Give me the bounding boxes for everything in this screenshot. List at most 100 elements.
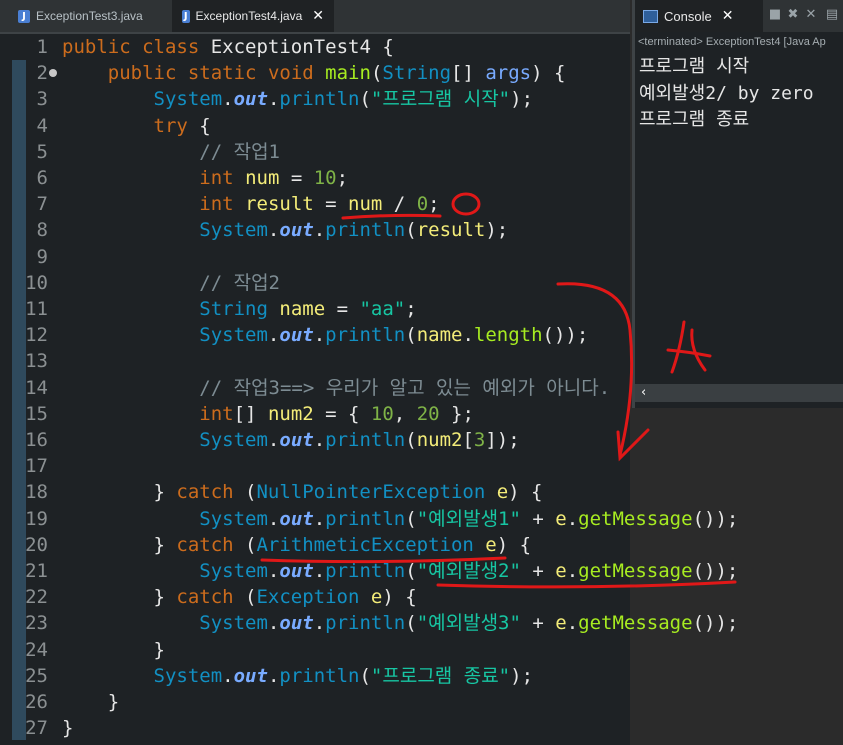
code-token: e bbox=[496, 481, 509, 504]
code-token: ( bbox=[359, 664, 371, 687]
code-line[interactable]: 4 try { bbox=[0, 113, 630, 139]
fold-icon[interactable] bbox=[49, 69, 57, 78]
clear-console-icon[interactable]: ▤ bbox=[825, 8, 839, 22]
code-line[interactable]: 3 System.out.println("프로그램 시작"); bbox=[0, 86, 630, 112]
console-view[interactable]: <terminated> ExceptionTest4 [Java Ap 프로그… bbox=[632, 32, 843, 408]
code-token: ( bbox=[405, 612, 417, 635]
code-line[interactable]: 22 } catch (Exception e) { bbox=[0, 584, 630, 610]
tab-label: ExceptionTest3.java bbox=[36, 9, 143, 23]
console-output-line: 프로그램 종료 bbox=[639, 109, 750, 130]
code-token: "예외발생2" bbox=[416, 560, 521, 582]
code-token: . bbox=[267, 612, 280, 635]
terminate-icon[interactable]: ■ bbox=[768, 8, 782, 22]
code-token: // 작업1 bbox=[199, 140, 280, 163]
java-file-icon: J bbox=[18, 9, 30, 23]
terminated-label: <terminated> ExceptionTest4 [Java Ap bbox=[638, 36, 826, 48]
code-line[interactable]: 2 public static void main(String[] args)… bbox=[0, 60, 630, 86]
code-token: name bbox=[279, 298, 326, 320]
code-token: . bbox=[222, 664, 234, 687]
code-line[interactable]: 27} bbox=[0, 715, 630, 741]
code-token: { bbox=[187, 114, 211, 137]
code-token: out bbox=[279, 324, 314, 347]
code-text: System.out.println("프로그램 종료"); bbox=[62, 663, 534, 689]
code-token: . bbox=[313, 612, 326, 635]
code-token: . bbox=[566, 560, 579, 582]
code-token: String bbox=[199, 298, 268, 320]
code-token: System bbox=[153, 664, 223, 687]
code-text: int num = 10; bbox=[62, 165, 348, 191]
code-token: [] bbox=[233, 402, 268, 425]
code-token: e bbox=[370, 586, 383, 609]
code-text: try { bbox=[62, 113, 211, 139]
code-line[interactable]: 13 bbox=[0, 348, 630, 374]
code-token: , bbox=[393, 402, 417, 425]
code-token: num bbox=[245, 167, 280, 189]
line-number: 14 bbox=[25, 376, 48, 399]
code-line[interactable]: 7 int result = num / 0; bbox=[0, 191, 630, 217]
code-token: println bbox=[325, 507, 406, 530]
code-line[interactable]: 14 // 작업3==> 우리가 알고 있는 예외가 아니다. bbox=[0, 375, 630, 401]
code-token: System bbox=[199, 324, 268, 347]
code-line[interactable]: 12 System.out.println(name.length()); bbox=[0, 322, 630, 348]
code-line[interactable]: 8 System.out.println(result); bbox=[0, 217, 630, 243]
code-line[interactable]: 21 System.out.println("예외발생2" + e.getMes… bbox=[0, 558, 738, 584]
code-line[interactable]: 9 bbox=[0, 244, 630, 270]
code-line[interactable]: 23 System.out.println("예외발생3" + e.getMes… bbox=[0, 610, 738, 636]
code-token: // 작업3==> 우리가 알고 있는 예외가 아니다. bbox=[199, 376, 611, 399]
code-editor[interactable]: 1 public class ExceptionTest4 {2 public s… bbox=[0, 34, 738, 745]
code-token: ) { bbox=[382, 586, 417, 609]
code-line[interactable]: 11 String name = "aa"; bbox=[0, 296, 630, 322]
code-token: Exception bbox=[256, 586, 360, 609]
code-token: System bbox=[199, 429, 268, 451]
code-line[interactable]: 19 System.out.println("예외발생1" + e.getMes… bbox=[0, 506, 738, 532]
code-token: int bbox=[199, 402, 234, 425]
code-text: System.out.println(num2[3]); bbox=[62, 427, 519, 453]
code-line[interactable]: 18 } catch (NullPointerException e) { bbox=[0, 479, 630, 505]
code-token: main bbox=[325, 62, 371, 85]
close-tab-icon[interactable]: ✕ bbox=[312, 8, 324, 24]
code-token: void bbox=[267, 62, 314, 85]
code-line[interactable]: 5 // 작업1 bbox=[0, 139, 630, 165]
code-token: = bbox=[313, 193, 349, 216]
code-token: . bbox=[267, 429, 280, 451]
scroll-left-icon[interactable]: ‹ bbox=[641, 385, 646, 400]
code-line[interactable]: 1 public class ExceptionTest4 { bbox=[0, 34, 630, 60]
tab-exceptiontest3[interactable]: J ExceptionTest3.java bbox=[8, 0, 170, 32]
code-token: = bbox=[325, 298, 360, 320]
code-line[interactable]: 26 } bbox=[0, 689, 630, 715]
console-horizontal-scrollbar[interactable]: ‹ bbox=[632, 384, 843, 402]
code-line[interactable]: 17 bbox=[0, 453, 630, 479]
code-line[interactable]: 20 } catch (ArithmeticException e) { bbox=[0, 532, 630, 558]
code-line[interactable]: 24 } bbox=[0, 637, 630, 663]
code-token: println bbox=[325, 612, 406, 635]
close-console-icon[interactable]: ✕ bbox=[722, 8, 734, 24]
tab-exceptiontest4[interactable]: J ExceptionTest4.java ✕ bbox=[172, 0, 334, 32]
code-token: getMessage bbox=[578, 560, 693, 582]
remove-launch-icon[interactable]: ✖ bbox=[786, 8, 800, 22]
code-text: System.out.println("프로그램 시작"); bbox=[62, 86, 534, 112]
line-number: 27 bbox=[25, 717, 48, 740]
code-line[interactable]: 6 int num = 10; bbox=[0, 165, 630, 191]
code-line[interactable]: 16 System.out.println(num2[3]); bbox=[0, 427, 630, 453]
code-line[interactable]: 10 // 작업2 bbox=[0, 270, 630, 296]
tab-console[interactable]: Console ✕ bbox=[635, 0, 763, 32]
code-token: args bbox=[485, 62, 532, 85]
remove-all-terminated-icon[interactable]: ✕ bbox=[804, 8, 818, 22]
code-token: } bbox=[62, 586, 177, 609]
code-text: String name = "aa"; bbox=[62, 296, 416, 322]
code-token: System bbox=[199, 612, 268, 635]
code-line[interactable]: 25 System.out.println("프로그램 종료"); bbox=[0, 663, 630, 689]
code-line[interactable]: 15 int[] num2 = { 10, 20 }; bbox=[0, 401, 630, 427]
code-token: ()); bbox=[542, 324, 589, 347]
